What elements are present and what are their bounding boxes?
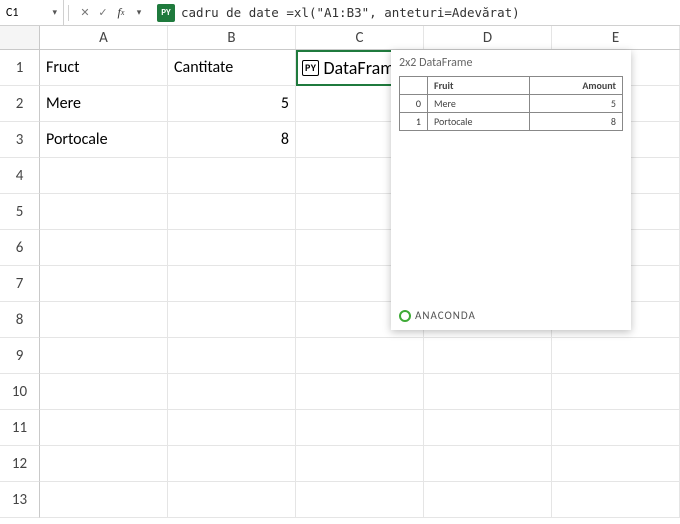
row-header[interactable]: 9: [0, 338, 40, 374]
dataframe-preview-table: Fruit Amount 0 Mere 5 1 Portocale 8: [399, 76, 623, 131]
cell[interactable]: [40, 194, 168, 230]
table-header: Fruit: [428, 77, 530, 95]
cell[interactable]: [424, 338, 552, 374]
row-header[interactable]: 7: [0, 266, 40, 302]
cell[interactable]: [424, 482, 552, 518]
cell[interactable]: Portocale: [40, 122, 168, 158]
column-headers: A B C D E: [0, 26, 680, 50]
row-header[interactable]: 1: [0, 50, 40, 86]
python-badge-icon: PY: [157, 4, 175, 22]
table-cell: 0: [400, 95, 428, 113]
card-footer: ANACONDA: [399, 309, 623, 322]
cell[interactable]: Cantitate: [168, 50, 296, 86]
table-row: 1 Portocale 8: [400, 113, 623, 131]
column-header[interactable]: C: [296, 26, 424, 49]
table-cell: 5: [530, 95, 623, 113]
cell[interactable]: [296, 482, 424, 518]
cell[interactable]: [296, 338, 424, 374]
cell[interactable]: 8: [168, 122, 296, 158]
cell[interactable]: [168, 266, 296, 302]
cell[interactable]: [296, 374, 424, 410]
formula-code: xl("A1:B3", anteturi=Adevărat): [294, 5, 520, 20]
cell[interactable]: [40, 338, 168, 374]
chevron-down-icon[interactable]: ▾: [52, 7, 57, 18]
confirm-button[interactable]: ✓: [95, 5, 111, 21]
cell[interactable]: [424, 374, 552, 410]
dataframe-preview-card: 2x2 DataFrame Fruit Amount 0 Mere 5 1 Po…: [391, 50, 631, 330]
cell[interactable]: [168, 482, 296, 518]
anaconda-label: ANACONDA: [415, 309, 476, 322]
row-header[interactable]: 4: [0, 158, 40, 194]
column-header[interactable]: D: [424, 26, 552, 49]
formula-label: cadru de date =: [181, 5, 294, 20]
row-header[interactable]: 12: [0, 446, 40, 482]
grid: 1 2 3 4 5 6 7 8 9 10 11 12 13 Fruct Cant…: [0, 50, 680, 524]
fx-button[interactable]: fx: [113, 5, 129, 21]
cell[interactable]: [40, 410, 168, 446]
row-headers: 1 2 3 4 5 6 7 8 9 10 11 12 13: [0, 50, 40, 524]
cell[interactable]: [40, 158, 168, 194]
cell[interactable]: [40, 482, 168, 518]
cell[interactable]: [552, 446, 680, 482]
cell[interactable]: [40, 230, 168, 266]
cell[interactable]: [552, 482, 680, 518]
cell[interactable]: [40, 302, 168, 338]
separator: [68, 5, 69, 21]
cell-reference: C1: [6, 6, 18, 20]
cell[interactable]: 5: [168, 86, 296, 122]
table-row: 0 Mere 5: [400, 95, 623, 113]
cell[interactable]: [168, 302, 296, 338]
python-object-icon: PY: [302, 60, 319, 76]
column-header[interactable]: A: [40, 26, 168, 49]
cell[interactable]: [168, 410, 296, 446]
cell[interactable]: [424, 410, 552, 446]
formula-bar: C1 ▾ ✕ ✓ fx ▾ PY cadru de date = xl("A1:…: [0, 0, 680, 26]
table-row: Fruit Amount: [400, 77, 623, 95]
cancel-button[interactable]: ✕: [77, 5, 93, 21]
dataframe-card-title: 2x2 DataFrame: [399, 56, 623, 70]
table-cell: 1: [400, 113, 428, 131]
cell[interactable]: [168, 446, 296, 482]
select-all-corner[interactable]: [0, 26, 40, 49]
row-header[interactable]: 11: [0, 410, 40, 446]
cell[interactable]: [40, 266, 168, 302]
row-header[interactable]: 13: [0, 482, 40, 518]
table-cell: 8: [530, 113, 623, 131]
cell[interactable]: [168, 158, 296, 194]
cell[interactable]: [168, 338, 296, 374]
formula-text[interactable]: cadru de date = xl("A1:B3", anteturi=Ade…: [181, 5, 520, 20]
table-cell: Mere: [428, 95, 530, 113]
cell[interactable]: [424, 446, 552, 482]
cell[interactable]: Mere: [40, 86, 168, 122]
table-header: [400, 77, 428, 95]
row-header[interactable]: 2: [0, 86, 40, 122]
row-header[interactable]: 5: [0, 194, 40, 230]
column-header[interactable]: E: [552, 26, 680, 49]
cell[interactable]: [168, 374, 296, 410]
formula-bar-buttons: ✕ ✓ fx ▾: [73, 5, 151, 21]
cell[interactable]: Fruct: [40, 50, 168, 86]
cell[interactable]: [552, 410, 680, 446]
table-header: Amount: [530, 77, 623, 95]
row-header[interactable]: 8: [0, 302, 40, 338]
row-header[interactable]: 3: [0, 122, 40, 158]
cell[interactable]: [296, 446, 424, 482]
chevron-down-icon[interactable]: ▾: [131, 5, 147, 21]
row-header[interactable]: 6: [0, 230, 40, 266]
column-header[interactable]: B: [168, 26, 296, 49]
cell[interactable]: [296, 410, 424, 446]
cell[interactable]: [40, 446, 168, 482]
cell[interactable]: [168, 194, 296, 230]
table-cell: Portocale: [428, 113, 530, 131]
row-header[interactable]: 10: [0, 374, 40, 410]
cell[interactable]: [552, 338, 680, 374]
cell[interactable]: [40, 374, 168, 410]
anaconda-logo-icon: [399, 310, 411, 322]
cell[interactable]: [552, 374, 680, 410]
name-box[interactable]: C1 ▾: [0, 0, 64, 25]
cell[interactable]: [168, 230, 296, 266]
